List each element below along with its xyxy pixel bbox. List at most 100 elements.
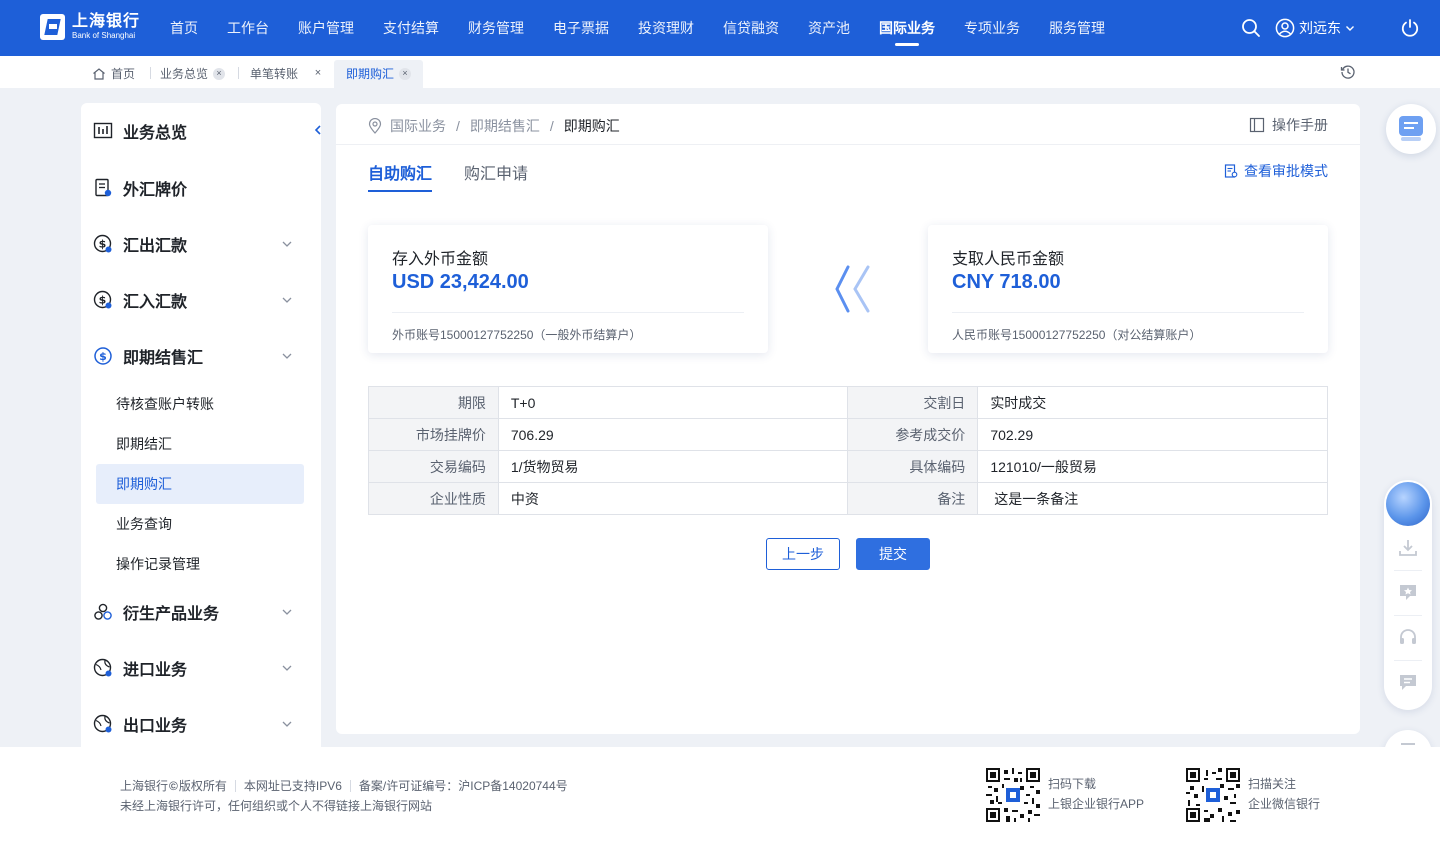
- chevron-down-icon: [282, 241, 292, 247]
- nav-item-investment[interactable]: 投资理财: [638, 0, 694, 56]
- sidebar-item-label: 汇出汇款: [123, 238, 188, 255]
- close-icon[interactable]: ×: [312, 68, 324, 80]
- floating-toolbar: [1384, 480, 1432, 710]
- field-value: 1/货物贸易: [497, 450, 849, 483]
- download-icon[interactable]: [1398, 538, 1418, 558]
- field-label: 期限: [368, 386, 499, 419]
- search-icon[interactable]: [1241, 18, 1261, 38]
- rmb-amount: CNY 718.00: [952, 271, 1061, 293]
- double-left-arrow-icon: [835, 265, 870, 313]
- sidebar-item-fx-rates[interactable]: 外汇牌价: [93, 173, 305, 203]
- chat-icon[interactable]: [1398, 672, 1418, 692]
- svg-text:$: $: [99, 350, 107, 363]
- nav-item-accounts[interactable]: 账户管理: [298, 0, 354, 56]
- field-value: 702.29: [977, 418, 1328, 451]
- tab-spot-purchase[interactable]: 即期购汇 ×: [334, 60, 424, 88]
- nav-item-asset-pool[interactable]: 资产池: [808, 0, 850, 56]
- footer-copyright-suffix: 版权所有: [178, 779, 227, 793]
- power-icon[interactable]: [1400, 18, 1420, 38]
- nav-item-payment[interactable]: 支付结算: [383, 0, 439, 56]
- footer-copyright-prefix: 上海银行: [120, 779, 169, 793]
- manual-book-icon: [1249, 117, 1265, 133]
- operation-manual-link[interactable]: 操作手册: [1249, 115, 1328, 135]
- circles-icon: [94, 603, 112, 620]
- close-icon[interactable]: ×: [399, 68, 412, 80]
- field-label: 交易编码: [368, 450, 499, 483]
- breadcrumb: 国际业务 / 即期结售汇 / 即期购汇: [368, 116, 620, 136]
- sidebar-item-overview[interactable]: 业务总览: [93, 116, 305, 146]
- operation-manual-label: 操作手册: [1272, 117, 1328, 133]
- rmb-withdraw-card: 支取人民币金额 CNY 718.00 人民币账号15000127752250（对…: [928, 225, 1328, 353]
- rmb-account: 人民币账号15000127752250（对公结算账户）: [952, 328, 1202, 342]
- sidebar-sub-business-query[interactable]: 业务查询: [96, 504, 304, 544]
- sidebar-item-outward-remit[interactable]: $ 汇出汇款: [93, 229, 305, 259]
- table-row: 市场挂牌价 706.29 参考成交价 702.29: [368, 418, 1328, 451]
- breadcrumb-separator: /: [549, 118, 554, 134]
- tab-overview[interactable]: 业务总览 ×: [160, 60, 226, 88]
- sidebar-sub-spot-settlement[interactable]: 即期结汇: [96, 424, 304, 464]
- assistant-avatar[interactable]: [1386, 482, 1430, 526]
- breadcrumb-item[interactable]: 国际业务: [390, 116, 446, 136]
- card-title: 支取人民币金额: [952, 251, 1065, 268]
- message-card-icon: [1399, 116, 1423, 141]
- qr-wechat-title: 扫描关注: [1248, 777, 1297, 791]
- tab-spot-purchase-label: 即期购汇: [346, 67, 395, 81]
- field-value: 这是一条备注: [977, 482, 1328, 515]
- nav-item-special[interactable]: 专项业务: [964, 0, 1020, 56]
- approval-doc-icon: [1224, 164, 1238, 178]
- sidebar-item-export[interactable]: 出口业务: [93, 709, 305, 739]
- sidebar-sub-pending-check[interactable]: 待核查账户转账: [96, 384, 304, 424]
- headset-icon[interactable]: [1398, 627, 1418, 647]
- home-icon: [93, 68, 105, 80]
- tab-purchase-application[interactable]: 购汇申请: [464, 160, 528, 192]
- sidebar-item-spot-fx[interactable]: $ 即期结售汇: [93, 341, 305, 371]
- svg-text:$: $: [99, 238, 107, 251]
- bank-logo[interactable]: 上海银行 Bank of Shanghai: [40, 14, 140, 40]
- sidebar-sub-operation-log[interactable]: 操作记录管理: [96, 544, 304, 584]
- table-row: 期限 T+0 交割日 实时成交: [368, 386, 1328, 419]
- main-menu: 首页 工作台 账户管理 支付结算 财务管理 电子票据 投资理财 信贷融资 资产池…: [170, 0, 1134, 56]
- nav-item-international[interactable]: 国际业务: [879, 0, 935, 56]
- previous-step-button[interactable]: 上一步: [766, 538, 840, 570]
- chevron-down-icon: [282, 721, 292, 727]
- sidebar-item-inward-remit[interactable]: $ 汇入汇款: [93, 285, 305, 315]
- view-approval-mode-link[interactable]: 查看审批模式: [1224, 161, 1328, 181]
- sidebar-item-import[interactable]: 进口业务: [93, 653, 305, 683]
- breadcrumb-item[interactable]: 即期结售汇: [470, 116, 540, 136]
- history-icon[interactable]: [1340, 64, 1356, 80]
- tab-home[interactable]: 首页: [92, 60, 135, 88]
- nav-item-finance[interactable]: 财务管理: [468, 0, 524, 56]
- feedback-icon[interactable]: [1398, 582, 1418, 602]
- nav-item-home[interactable]: 首页: [170, 0, 198, 56]
- footer-ipv6: 本网址已支持IPV6: [243, 779, 342, 793]
- app-download-qr-icon: [986, 768, 1040, 822]
- sidebar-item-derivatives[interactable]: 衍生产品业务: [93, 597, 305, 627]
- nav-item-bills[interactable]: 电子票据: [553, 0, 609, 56]
- sidebar-item-label: 业务总览: [123, 125, 188, 142]
- tab-home-label: 首页: [111, 67, 136, 81]
- close-icon[interactable]: ×: [213, 68, 226, 80]
- field-value: 中资: [497, 482, 849, 515]
- message-center-button[interactable]: [1386, 104, 1436, 154]
- user-menu[interactable]: 刘远东: [1275, 18, 1360, 38]
- submit-button[interactable]: 提交: [856, 538, 930, 570]
- footer-icp[interactable]: 备案/许可证编号：沪ICP备14020744号: [359, 777, 568, 794]
- tab-self-service-purchase[interactable]: 自助购汇: [368, 160, 433, 192]
- dollar-circle-icon: $: [94, 347, 112, 365]
- tab-single-transfer[interactable]: 单笔转账 ×: [250, 60, 324, 88]
- breadcrumb-separator: /: [456, 118, 460, 134]
- main-panel: 国际业务 / 即期结售汇 / 即期购汇 操作手册 自助购汇 购汇申请 查看审批模…: [336, 104, 1360, 734]
- sidebar-item-label: 进口业务: [123, 662, 188, 679]
- sidebar-sub-spot-purchase[interactable]: 即期购汇: [96, 464, 304, 504]
- field-value: 实时成交: [977, 386, 1328, 419]
- nav-item-workbench[interactable]: 工作台: [227, 0, 269, 56]
- field-label: 交割日: [847, 386, 979, 419]
- user-name: 刘远东: [1299, 20, 1341, 36]
- breadcrumb-current: 即期购汇: [563, 118, 620, 134]
- footer-notice: 未经上海银行许可，任何组织或个人不得链接上海银行网站: [120, 799, 433, 813]
- bank-name-cn: 上海银行: [72, 13, 141, 30]
- nav-item-service[interactable]: 服务管理: [1049, 0, 1105, 56]
- collapse-sidebar-icon[interactable]: [310, 122, 326, 138]
- nav-item-credit[interactable]: 信贷融资: [723, 0, 779, 56]
- view-approval-mode-label: 查看审批模式: [1244, 163, 1328, 179]
